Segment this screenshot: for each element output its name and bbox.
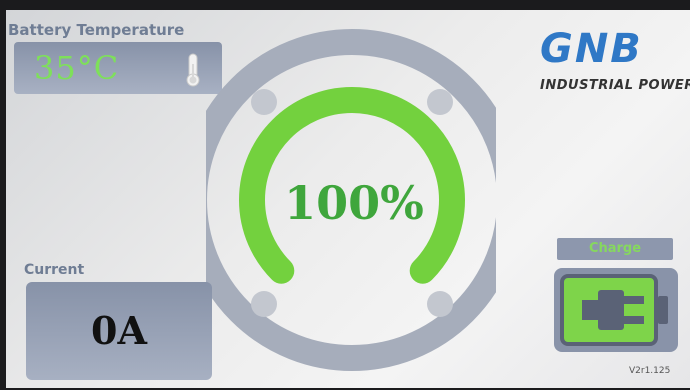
charge-mode-badge: Charge xyxy=(557,238,673,260)
firmware-version: V2r1.125 xyxy=(629,366,671,376)
charge-status-panel[interactable] xyxy=(554,268,678,352)
temperature-panel: 35°C xyxy=(14,42,222,94)
temperature-value: 35°C xyxy=(34,49,120,87)
thermometer-icon xyxy=(186,53,200,87)
current-title: Current xyxy=(24,262,85,278)
battery-plug-icon xyxy=(560,274,668,346)
battery-temperature-title: Battery Temperature xyxy=(8,21,185,39)
logo-mark: GNB xyxy=(540,26,643,72)
display-screen: Battery Temperature 35°C 100% Current 0A… xyxy=(6,10,690,388)
charge-percent: 100% xyxy=(284,176,424,230)
logo-subtitle: INDUSTRIAL POWER xyxy=(540,78,690,93)
current-panel: 0A xyxy=(26,282,212,380)
gnb-logo: GNB INDUSTRIAL POWER xyxy=(536,26,690,98)
current-value: 0A xyxy=(91,308,147,353)
